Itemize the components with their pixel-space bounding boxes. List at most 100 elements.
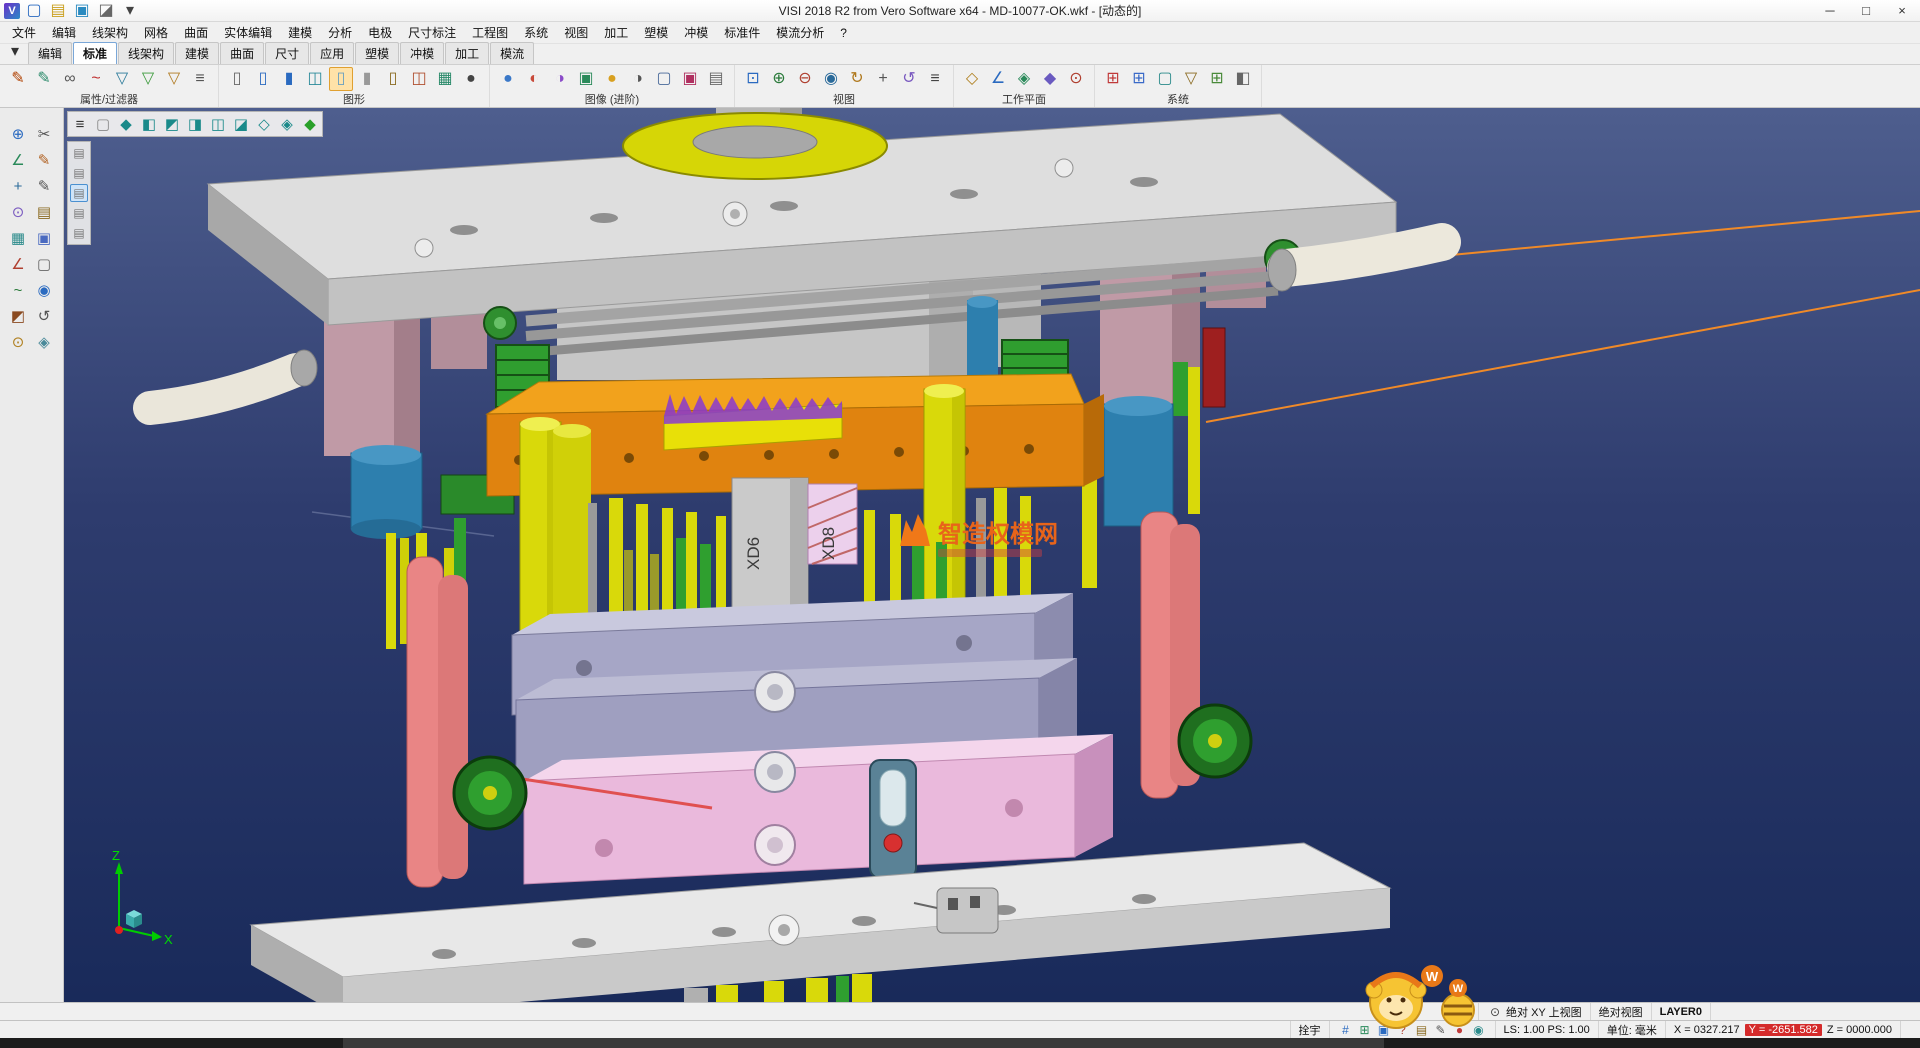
taskbar-window-segment[interactable] bbox=[343, 1038, 1384, 1048]
profile-settings-icon[interactable]: ◧ bbox=[1231, 67, 1255, 91]
tab-6[interactable]: 应用 bbox=[310, 42, 354, 64]
share-icon[interactable]: ◈ bbox=[32, 330, 56, 354]
menu-item-6[interactable]: 建模 bbox=[280, 22, 320, 43]
filter-add-icon[interactable]: ▽ bbox=[136, 67, 160, 91]
tab-9[interactable]: 加工 bbox=[445, 42, 489, 64]
tab-0[interactable]: 编辑 bbox=[28, 42, 72, 64]
origin-icon[interactable]: ⊙ bbox=[6, 330, 30, 354]
info-icon[interactable]: ◉ bbox=[32, 278, 56, 302]
axonometric-view-icon[interactable]: ◈ bbox=[276, 113, 298, 135]
sketch-icon[interactable]: ✎ bbox=[32, 148, 56, 172]
green-wheel-right[interactable] bbox=[1179, 705, 1251, 777]
match-attributes-icon[interactable]: ✎ bbox=[32, 67, 56, 91]
rotate-view-icon[interactable]: ↻ bbox=[845, 67, 869, 91]
document-icon[interactable]: ▣ bbox=[32, 226, 56, 250]
trim-icon[interactable]: ✂ bbox=[32, 122, 56, 146]
shaded-edges-icon[interactable]: ◫ bbox=[303, 67, 327, 91]
blue-cylinder-right[interactable] bbox=[1104, 396, 1173, 526]
scale-segment[interactable]: LS: 1.00 PS: 1.00 bbox=[1495, 1021, 1598, 1038]
screen-config-icon[interactable]: ▢ bbox=[1153, 67, 1177, 91]
lifting-handle-left[interactable] bbox=[150, 350, 317, 408]
zoom-select-icon[interactable]: ⊕ bbox=[6, 122, 30, 146]
edit-geometry-icon[interactable]: ✎ bbox=[32, 174, 56, 198]
view-manager-icon[interactable]: ≡ bbox=[923, 67, 947, 91]
wireframe-icon[interactable]: ▯ bbox=[225, 67, 249, 91]
menu-item-16[interactable]: 标准件 bbox=[716, 22, 768, 43]
tab-7[interactable]: 塑模 bbox=[355, 42, 399, 64]
menu-item-13[interactable]: 加工 bbox=[596, 22, 636, 43]
tab-1[interactable]: 标准 bbox=[73, 42, 117, 64]
pan-view-icon[interactable]: + bbox=[871, 67, 895, 91]
render-half-icon[interactable]: ◐ bbox=[522, 67, 546, 91]
menu-item-18[interactable]: ? bbox=[832, 24, 855, 42]
clipboard-icon[interactable]: ▢ bbox=[32, 252, 56, 276]
mesh-display-icon[interactable]: ▦ bbox=[433, 67, 457, 91]
chart-icon[interactable]: ▦ bbox=[6, 226, 30, 250]
snap-settings-icon[interactable]: ⊞ bbox=[1205, 67, 1229, 91]
menu-item-10[interactable]: 工程图 bbox=[464, 22, 516, 43]
display-style-1-icon[interactable]: ▤ bbox=[70, 144, 88, 162]
background-icon[interactable]: ▢ bbox=[652, 67, 676, 91]
layer-manager-icon[interactable]: ⊞ bbox=[1127, 67, 1151, 91]
latch-unit[interactable] bbox=[870, 760, 916, 892]
curve-icon[interactable]: ~ bbox=[6, 278, 30, 302]
material-icon[interactable]: ◑ bbox=[548, 67, 572, 91]
menu-item-5[interactable]: 实体编辑 bbox=[216, 22, 280, 43]
close-button[interactable]: × bbox=[1884, 0, 1920, 21]
transparent-icon[interactable]: ▯ bbox=[329, 67, 353, 91]
display-style-4-icon[interactable]: ▤ bbox=[70, 204, 88, 222]
left-view-icon[interactable]: ◫ bbox=[207, 113, 229, 135]
quick-access-dropdown-icon[interactable]: ▾ bbox=[118, 0, 142, 23]
tab-3[interactable]: 建模 bbox=[175, 42, 219, 64]
bottom-view-icon[interactable]: ◇ bbox=[253, 113, 275, 135]
menu-item-15[interactable]: 冲模 bbox=[676, 22, 716, 43]
blue-bushing[interactable] bbox=[967, 296, 998, 380]
blue-cylinder-left[interactable] bbox=[351, 445, 422, 539]
workplane-xy-icon[interactable]: ∠ bbox=[986, 67, 1010, 91]
zoom-out-icon[interactable]: ⊖ bbox=[793, 67, 817, 91]
green-wheel-left[interactable] bbox=[454, 757, 526, 829]
render-icon[interactable]: ● bbox=[496, 67, 520, 91]
print-icon[interactable]: ◪ bbox=[94, 0, 118, 23]
iso-view-icon[interactable]: ◆ bbox=[115, 113, 137, 135]
history-icon[interactable]: ↺ bbox=[32, 304, 56, 328]
edit-attributes-icon[interactable]: ✎ bbox=[6, 67, 30, 91]
save-doc-icon[interactable]: ▣ bbox=[70, 0, 94, 23]
shadow-icon[interactable]: ◑ bbox=[626, 67, 650, 91]
menu-item-11[interactable]: 系统 bbox=[516, 22, 556, 43]
red-stop-block[interactable] bbox=[1203, 328, 1225, 407]
maximize-button[interactable]: □ bbox=[1848, 0, 1884, 21]
units-segment[interactable]: 单位: 毫米 bbox=[1598, 1021, 1665, 1038]
thin-pin-left-1[interactable] bbox=[386, 533, 396, 649]
tab-8[interactable]: 冲模 bbox=[400, 42, 444, 64]
menu-item-2[interactable]: 线架构 bbox=[84, 22, 136, 43]
snap-toggle-segment[interactable]: 拴宇 bbox=[1290, 1021, 1329, 1038]
link-attributes-icon[interactable]: ∞ bbox=[58, 67, 82, 91]
hidden-line-icon[interactable]: ▯ bbox=[251, 67, 275, 91]
viewport-3d[interactable]: ≡▢◆◧◩◨◫◪◇◈◆ ▤▤▤▤▤ bbox=[64, 108, 1920, 1002]
ghost-view-icon[interactable]: ▮ bbox=[355, 67, 379, 91]
menu-item-3[interactable]: 网格 bbox=[136, 22, 176, 43]
workplane-by-view-icon[interactable]: ◆ bbox=[1038, 67, 1062, 91]
tab-4[interactable]: 曲面 bbox=[220, 42, 264, 64]
open-doc-icon[interactable]: ▤ bbox=[46, 0, 70, 23]
mold-assembly-model[interactable]: XD6 XD8 bbox=[64, 108, 1920, 1002]
filter-edit-icon[interactable]: ▽ bbox=[162, 67, 186, 91]
display-style-5-icon[interactable]: ▤ bbox=[70, 224, 88, 242]
shaded-cube-icon[interactable]: ◆ bbox=[299, 113, 321, 135]
tab-5[interactable]: 尺寸 bbox=[265, 42, 309, 64]
dynamics-icon[interactable]: ⊙ bbox=[6, 200, 30, 224]
tab-10[interactable]: 模流 bbox=[490, 42, 534, 64]
tab-2[interactable]: 线架构 bbox=[118, 42, 174, 64]
right-view-icon[interactable]: ◨ bbox=[184, 113, 206, 135]
active-layer-segment[interactable]: LAYER0 bbox=[1651, 1003, 1710, 1020]
top-view-icon[interactable]: ◩ bbox=[161, 113, 183, 135]
context-menu-icon[interactable]: ≡ bbox=[69, 113, 91, 135]
boundary-view-icon[interactable]: ▯ bbox=[381, 67, 405, 91]
workplane-icon[interactable]: ◇ bbox=[960, 67, 984, 91]
gallery-icon[interactable]: ▤ bbox=[704, 67, 728, 91]
lifting-handle-right[interactable] bbox=[1268, 242, 1442, 291]
menu-item-7[interactable]: 分析 bbox=[320, 22, 360, 43]
center-bushings[interactable] bbox=[755, 672, 795, 865]
absolute-view-segment[interactable]: 绝对视图 bbox=[1590, 1003, 1651, 1020]
